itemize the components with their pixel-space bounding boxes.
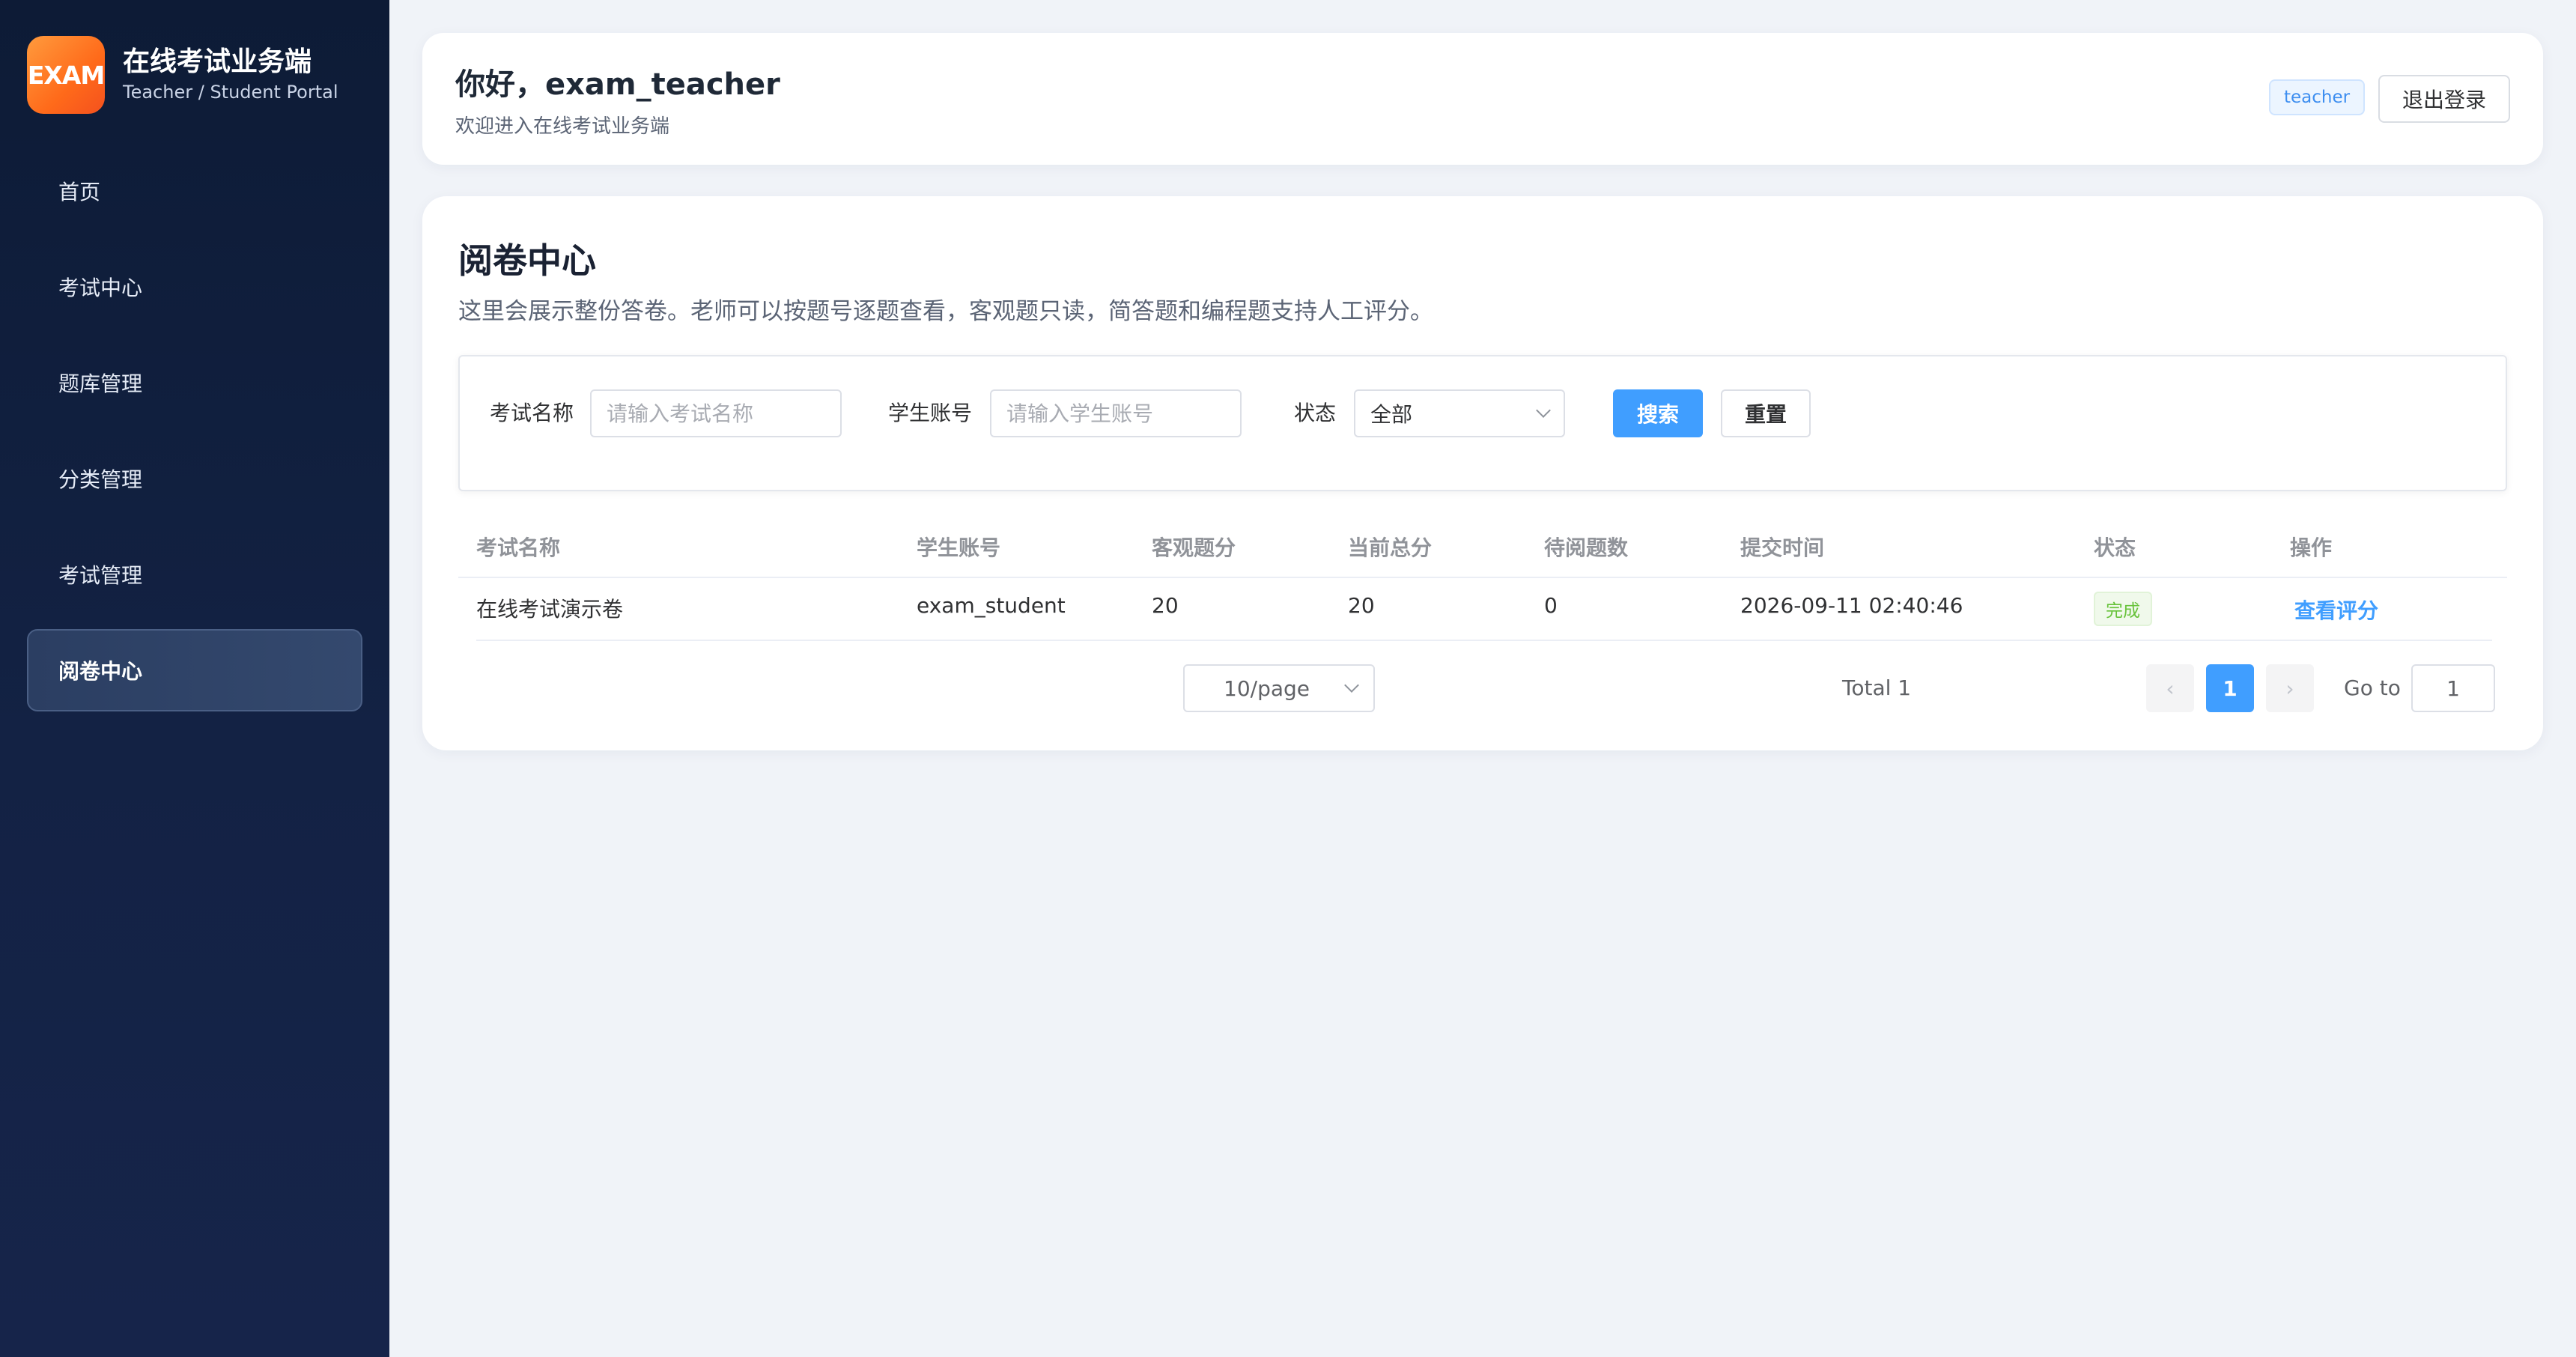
- chevron-down-icon: [1344, 678, 1359, 693]
- status-select-value: 全部: [1370, 402, 1413, 427]
- chevron-left-icon: ‹: [2166, 676, 2175, 701]
- column-header-pending-count: 待阅题数: [1544, 535, 1629, 560]
- sidebar-item-exam-management[interactable]: 考试管理: [27, 533, 362, 616]
- goto-page-input[interactable]: 1: [2411, 664, 2495, 712]
- sidebar: EXAM 在线考试业务端 Teacher / Student Portal 首页…: [0, 0, 389, 1357]
- page-title: 阅卷中心: [458, 240, 596, 281]
- column-header-objective-score: 客观题分: [1152, 535, 1236, 560]
- student-account-input[interactable]: [990, 389, 1242, 437]
- status-badge: 完成: [2094, 592, 2152, 626]
- cell-objective-score: 20: [1152, 593, 1179, 618]
- column-header-total-score: 当前总分: [1348, 535, 1433, 560]
- page-description: 这里会展示整份答卷。老师可以按题号逐题查看，客观题只读，简答题和编程题支持人工评…: [458, 298, 1433, 325]
- table-header-divider: [458, 577, 2507, 578]
- sidebar-item-home[interactable]: 首页: [27, 150, 362, 232]
- brand: EXAM 在线考试业务端 Teacher / Student Portal: [27, 36, 338, 114]
- brand-text: 在线考试业务端 Teacher / Student Portal: [123, 46, 338, 104]
- app-root: EXAM 在线考试业务端 Teacher / Student Portal 首页…: [0, 0, 2576, 1357]
- column-header-student: 学生账号: [917, 535, 1001, 560]
- sidebar-item-question-bank[interactable]: 题库管理: [27, 341, 362, 424]
- sidebar-nav: 首页 考试中心 题库管理 分类管理 考试管理 阅卷中心: [27, 150, 362, 725]
- cell-student: exam_student: [917, 593, 1066, 618]
- next-page-button[interactable]: ›: [2266, 664, 2314, 712]
- reset-button[interactable]: 重置: [1721, 389, 1811, 437]
- exam-logo: EXAM: [27, 36, 105, 114]
- role-badge: teacher: [2269, 79, 2366, 115]
- brand-subtitle: Teacher / Student Portal: [123, 82, 338, 103]
- page-size-select[interactable]: 10/page: [1183, 664, 1375, 712]
- welcome-text: 欢迎进入在线考试业务端: [455, 115, 670, 138]
- chevron-down-icon: [1536, 403, 1551, 418]
- prev-page-button[interactable]: ‹: [2146, 664, 2194, 712]
- column-header-action: 操作: [2290, 535, 2333, 560]
- filter-form: 考试名称 学生账号 状态 全部 搜索 重置: [458, 355, 2507, 491]
- exam-name-label: 考试名称: [490, 401, 574, 425]
- cell-pending-count: 0: [1544, 593, 1558, 618]
- page-number-current[interactable]: 1: [2206, 664, 2254, 712]
- status-select[interactable]: 全部: [1354, 389, 1565, 437]
- table-row-divider: [476, 640, 2492, 641]
- brand-title: 在线考试业务端: [123, 46, 312, 77]
- sidebar-item-category[interactable]: 分类管理: [27, 437, 362, 520]
- pagination-total: Total 1: [1842, 676, 1912, 700]
- greeting-text: 你好，exam_teacher: [455, 67, 780, 102]
- search-button[interactable]: 搜索: [1613, 389, 1703, 437]
- cell-submit-time: 2026-09-11 02:40:46: [1740, 593, 1963, 618]
- view-score-link[interactable]: 查看评分: [2294, 595, 2378, 625]
- chevron-right-icon: ›: [2285, 676, 2294, 701]
- logout-button[interactable]: 退出登录: [2378, 75, 2510, 123]
- sidebar-item-exam-center[interactable]: 考试中心: [27, 246, 362, 328]
- student-account-label: 学生账号: [888, 401, 973, 425]
- column-header-submit-time: 提交时间: [1740, 535, 1825, 560]
- cell-total-score: 20: [1348, 593, 1375, 618]
- column-header-exam-name: 考试名称: [476, 535, 561, 560]
- column-header-status: 状态: [2094, 535, 2136, 560]
- page-size-value: 10/page: [1224, 676, 1310, 701]
- cell-exam-name: 在线考试演示卷: [476, 597, 624, 622]
- grading-center-card: 阅卷中心 这里会展示整份答卷。老师可以按题号逐题查看，客观题只读，简答题和编程题…: [422, 196, 2543, 750]
- goto-label: Go to: [2344, 676, 2401, 700]
- header-card: 你好，exam_teacher 欢迎进入在线考试业务端 teacher 退出登录: [422, 33, 2543, 165]
- status-label: 状态: [1294, 401, 1337, 425]
- exam-name-input[interactable]: [590, 389, 842, 437]
- sidebar-item-grading-center[interactable]: 阅卷中心: [27, 629, 362, 711]
